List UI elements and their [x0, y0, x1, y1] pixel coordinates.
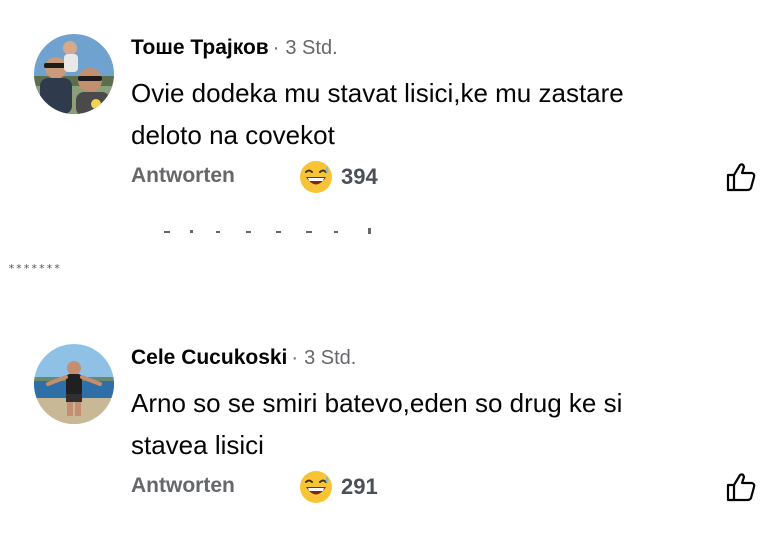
comment-text: Arno so se smiri batevo,eden so drug ke … — [131, 382, 731, 466]
reply-button[interactable]: Antworten — [131, 474, 235, 498]
separator-dot: · — [272, 37, 280, 59]
reaction-summary[interactable]: 291 — [299, 470, 419, 506]
thumbs-up-outline-icon[interactable] — [724, 470, 758, 504]
avatar[interactable] — [34, 344, 114, 424]
reply-button[interactable]: Antworten — [131, 164, 235, 188]
separator-stars: ******* — [8, 262, 62, 275]
avatar[interactable] — [34, 34, 114, 114]
comment-header: Тоше Трајков · 3 Std. — [131, 36, 338, 60]
reaction-summary[interactable]: 394 — [299, 160, 419, 196]
timestamp[interactable]: 3 Std. — [285, 37, 337, 59]
separator-dot: · — [291, 347, 299, 369]
comment-text-line: stavea lisici — [131, 430, 264, 460]
reaction-count: 291 — [341, 474, 378, 499]
avatar-photo — [34, 344, 114, 424]
thumbs-up-outline-icon[interactable] — [724, 160, 758, 194]
timestamp[interactable]: 3 Std. — [304, 347, 356, 369]
grinning-sweat-emoji-icon — [300, 161, 332, 193]
comment-text-line: Arno so se smiri batevo,eden so drug ke … — [131, 388, 623, 418]
reaction-count: 394 — [341, 164, 378, 189]
author-name[interactable]: Cele Cucukoski — [131, 346, 287, 369]
comment-header: Cele Cucukoski · 3 Std. — [131, 346, 356, 370]
avatar-photo — [34, 34, 114, 114]
author-name[interactable]: Тоше Трајков — [131, 36, 269, 59]
comment-text-line: Ovie dodeka mu stavat lisici,ke mu zasta… — [131, 78, 624, 108]
grinning-sweat-emoji-icon — [300, 471, 332, 503]
comment-text: Ovie dodeka mu stavat lisici,ke mu zasta… — [131, 72, 731, 156]
cut-off-text-fragment — [164, 228, 371, 234]
comment-text-line: deloto na covekot — [131, 120, 335, 150]
